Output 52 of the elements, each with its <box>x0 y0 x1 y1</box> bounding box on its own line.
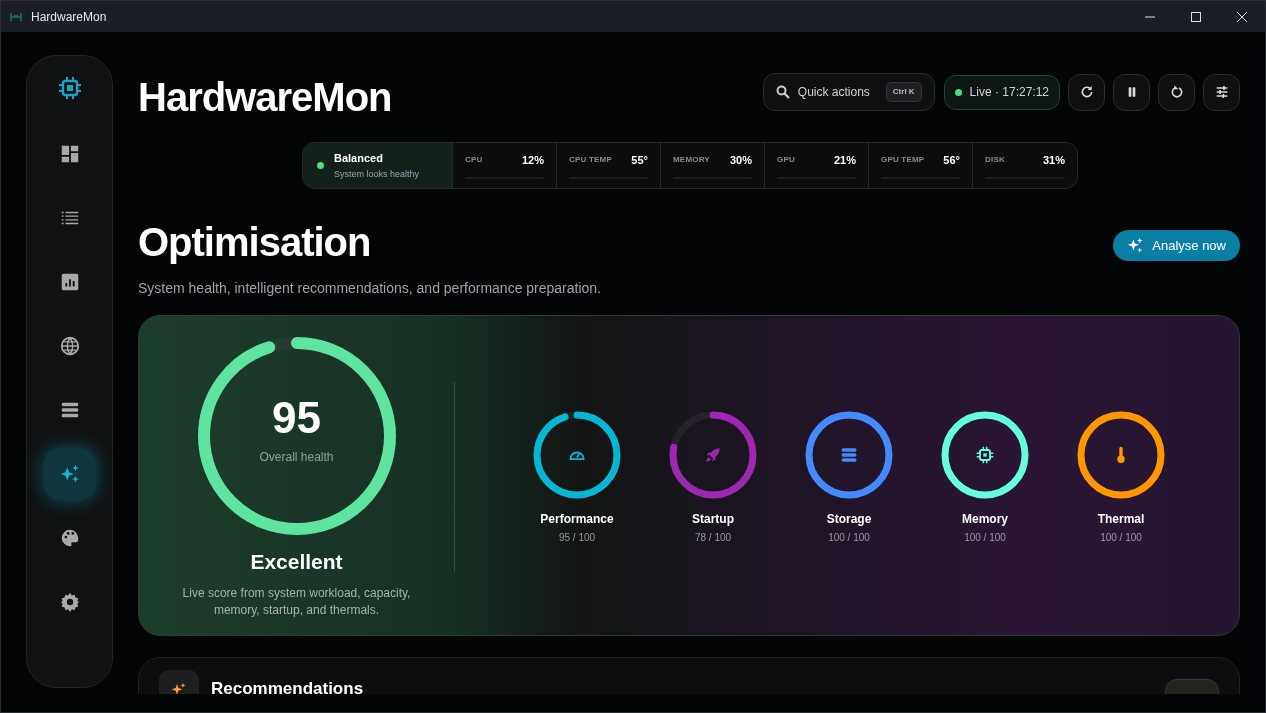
reset-button[interactable] <box>1158 73 1195 111</box>
category-name: Storage <box>826 511 872 528</box>
shortcut-key: Ctrl K <box>885 82 922 102</box>
pause-button[interactable] <box>1113 73 1150 111</box>
category-name: Performance <box>540 511 614 528</box>
health-score-label: Overall health <box>259 449 334 466</box>
quick-actions-label: Quick actions <box>797 84 870 101</box>
mode-label: Balanced <box>334 150 384 165</box>
metric-label: DISK <box>985 154 1005 166</box>
metric-value: 30% <box>729 152 752 168</box>
recommendations-heading: Recommendations <box>211 678 364 694</box>
metric-value: 56° <box>943 152 960 168</box>
quick-actions-button[interactable]: Quick actions Ctrl K <box>762 73 935 111</box>
metric-value: 31% <box>1042 152 1065 168</box>
close-icon <box>1237 11 1247 22</box>
category-score: 78 / 100 <box>694 531 732 545</box>
window-title: HardwareMon <box>31 8 107 26</box>
category-name: Startup <box>692 511 734 528</box>
app-logo-icon <box>10 10 22 23</box>
category-score: 100 / 100 <box>828 531 870 545</box>
metric-label: GPU TEMP <box>881 154 925 166</box>
category-score: 100 / 100 <box>964 531 1006 545</box>
metric-value: 55° <box>631 152 648 168</box>
metric-label: CPU TEMP <box>569 154 612 166</box>
sparkle-icon <box>1127 237 1145 254</box>
category-score: 100 / 100 <box>1100 531 1142 545</box>
metric-label: CPU <box>465 154 483 166</box>
category-name: Memory <box>962 511 1008 528</box>
search-icon <box>775 85 790 99</box>
metric-value: 12% <box>521 152 544 168</box>
health-rating: Excellent <box>250 549 343 575</box>
analyse-button[interactable]: Analyse now <box>1113 230 1240 261</box>
page-subtitle: System health, intelligent recommendations, and performance preparation. <box>138 279 602 298</box>
settings-icon <box>58 591 81 613</box>
health-score: 95 <box>272 394 321 442</box>
app-heading: HardwareMon <box>138 75 392 119</box>
page-heading: Optimisation <box>138 219 372 265</box>
maximize-icon <box>1191 11 1201 22</box>
health-description: Live score from system workload, capacity, memory, startup, and thermals. <box>181 584 412 619</box>
mode-note: System looks healthy <box>334 167 420 181</box>
category-score: 95 / 100 <box>558 531 596 545</box>
metric-value: 21% <box>833 152 856 168</box>
chip-icon <box>57 76 82 100</box>
sparkle-icon <box>171 682 187 694</box>
metric-label: GPU <box>777 154 795 166</box>
sidebar-item[interactable] <box>43 448 96 500</box>
live-clock: Live · 17:27:12 <box>969 84 1049 101</box>
globe-icon <box>58 335 81 357</box>
category-name: Thermal <box>1097 511 1145 528</box>
refresh-button[interactable] <box>1068 73 1105 111</box>
metric-label: MEMORY <box>673 154 710 166</box>
tune-button[interactable] <box>1203 73 1240 111</box>
